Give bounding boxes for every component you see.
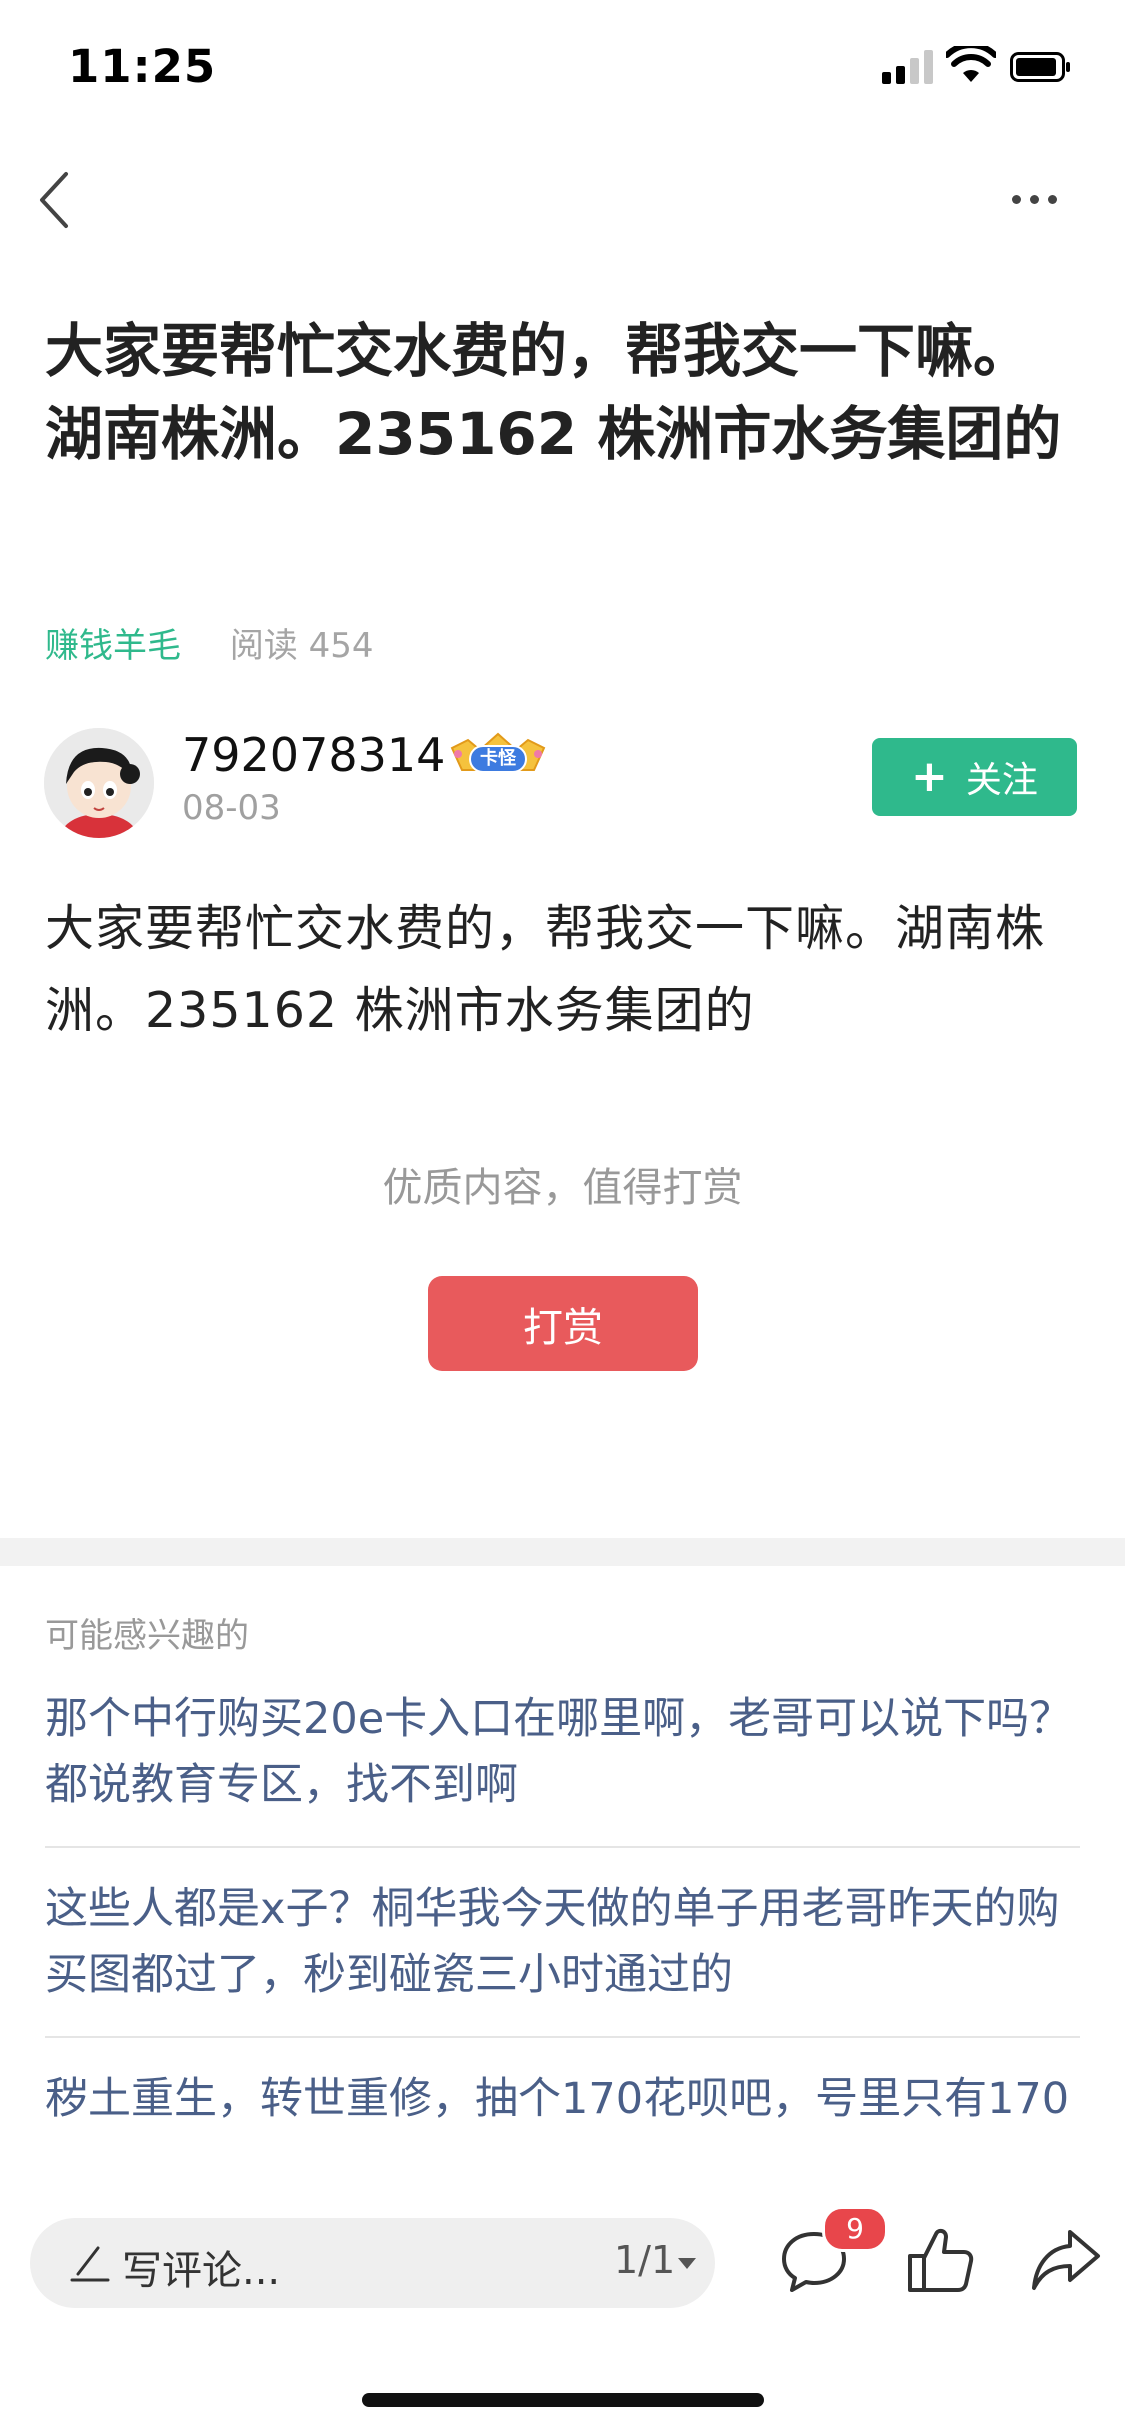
related-item[interactable]: 那个中行购买20e卡入口在哪里啊，老哥可以说下吗？都说教育专区，找不到啊	[45, 1686, 1080, 1848]
related-item[interactable]: 秽土重生，转世重修，抽个170花呗吧，号里只有170	[45, 2066, 1080, 2160]
section-divider	[0, 1538, 1125, 1566]
more-options-icon[interactable]	[1000, 175, 1070, 225]
comment-placeholder: 写评论...	[122, 2248, 281, 2294]
author-name[interactable]: 792078314	[182, 728, 445, 782]
back-chevron-icon[interactable]	[28, 160, 88, 240]
avatar-illustration-icon	[44, 728, 154, 838]
thumbs-up-icon[interactable]	[906, 2224, 976, 2296]
follow-button[interactable]: + 关注	[872, 738, 1077, 816]
cellular-signal-icon	[882, 48, 934, 84]
battery-icon	[1010, 52, 1070, 82]
article-title: 大家要帮忙交水费的，帮我交一下嘛。湖南株洲。235162 株洲市水务集团的	[45, 317, 1062, 468]
read-count: 阅读 454	[229, 626, 374, 666]
caret-down-icon	[678, 2258, 696, 2269]
pen-icon	[70, 2246, 110, 2282]
reward-button[interactable]: 打赏	[428, 1276, 698, 1371]
article-page: 11:25 大家要帮忙交水费的，帮我交一下嘛。湖南株洲。235162 株洲市水务…	[0, 0, 1125, 2436]
page-indicator[interactable]: 1/1	[614, 2238, 675, 2282]
status-bar: 11:25	[0, 0, 1125, 130]
badge-label: 卡怪	[480, 748, 516, 769]
level-badge: 卡怪	[446, 730, 550, 780]
author-avatar[interactable]	[44, 728, 154, 838]
status-time: 11:25	[68, 40, 217, 93]
related-list: 那个中行购买20e卡入口在哪里啊，老哥可以说下吗？都说教育专区，找不到啊 这些人…	[45, 1686, 1080, 2188]
comment-input[interactable]: 写评论... 1/1	[30, 2218, 715, 2308]
share-arrow-icon[interactable]	[1030, 2226, 1102, 2294]
article-meta: 赚钱羊毛 阅读 454	[45, 618, 374, 667]
post-date: 08-03	[182, 788, 281, 828]
home-indicator[interactable]	[362, 2393, 764, 2407]
related-item[interactable]: 这些人都是x子？桐华我今天做的单子用老哥昨天的购买图都过了，秒到碰瓷三小时通过的	[45, 1876, 1080, 2038]
reward-hint: 优质内容，值得打赏	[382, 1165, 743, 1211]
comment-count-badge: 9	[822, 2206, 888, 2252]
plus-icon: +	[911, 751, 948, 802]
article-body: 大家要帮忙交水费的，帮我交一下嘛。湖南株洲。235162 株洲市水务集团的	[45, 900, 1046, 1039]
category-link[interactable]: 赚钱羊毛	[45, 626, 181, 666]
wifi-icon	[946, 46, 996, 82]
related-heading: 可能感兴趣的	[45, 1616, 249, 1656]
follow-label: 关注	[965, 760, 1038, 801]
